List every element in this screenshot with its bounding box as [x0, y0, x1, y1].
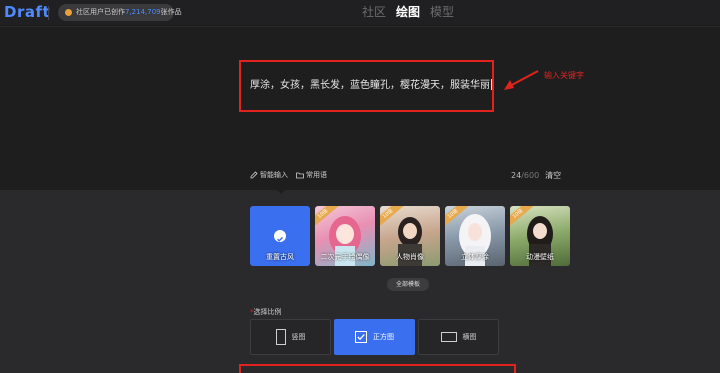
template-label: 人物肖像	[396, 253, 424, 261]
prompt-input[interactable]: 厚涂，女孩，黑长发，蓝色瞳孔，樱花漫天，服装华丽	[239, 60, 494, 112]
annotation-label: 输入关键字	[544, 71, 584, 80]
template-label: 重置古风	[266, 253, 294, 261]
ratio-label: 竖图	[291, 333, 306, 341]
ratio-title: *选择比例	[250, 307, 282, 317]
stats-badge: 社区用户已创作7,214,709张作品	[58, 4, 182, 21]
template-card[interactable]: 10倍 人物肖像	[380, 206, 440, 266]
logo[interactable]: Draft	[4, 3, 50, 21]
char-counter: 24/600 清空	[511, 170, 561, 181]
tab-community[interactable]: 社区	[362, 3, 386, 23]
ratio-landscape-button[interactable]: 横图	[418, 319, 499, 355]
template-card[interactable]: 重置古风	[250, 206, 310, 266]
ratio-label: 横图	[462, 333, 477, 341]
template-card[interactable]: 10倍 立体厚涂	[445, 206, 505, 266]
ratio-portrait-button[interactable]: 竖图	[250, 319, 331, 355]
smart-input-label: 智能输入	[260, 171, 288, 179]
template-card[interactable]: 10倍 二次元手绘偶像	[315, 206, 375, 266]
stats-number: 7,214,709	[125, 8, 161, 16]
landscape-icon	[440, 332, 457, 342]
folder-icon	[296, 172, 304, 179]
highlight-box	[239, 364, 516, 373]
template-label: 二次元手绘偶像	[320, 253, 370, 261]
ratio-title-text: 选择比例	[253, 308, 282, 316]
template-label: 动漫壁纸	[526, 253, 554, 261]
char-count: 24	[511, 171, 522, 180]
ratio-options: 竖图 正方图 横图	[250, 319, 499, 355]
annotation-arrow-icon	[504, 70, 539, 90]
common-phrases-button[interactable]: 常用语	[296, 170, 327, 180]
prompt-area: 厚涂，女孩，黑长发，蓝色瞳孔，樱花漫天，服装华丽 输入关键字	[0, 27, 720, 190]
coin-icon	[65, 9, 72, 16]
portrait-icon	[275, 329, 286, 345]
prompt-value: 厚涂，女孩，黑长发，蓝色瞳孔，樱花漫天，服装华丽	[250, 80, 490, 91]
common-phrases-label: 常用语	[306, 171, 327, 179]
stats-suffix: 张作品	[160, 8, 182, 16]
template-card[interactable]: 10倍 动漫壁纸	[510, 206, 570, 266]
pen-icon	[250, 171, 258, 179]
divider	[48, 6, 49, 20]
stats-prefix: 社区用户已创作	[76, 8, 125, 16]
template-label: 立体厚涂	[461, 253, 489, 261]
template-list: 重置古风 10倍 二次元手绘偶像 10倍 人物肖像 10倍 立体厚涂 10倍 动…	[250, 206, 570, 266]
main-nav: 社区 绘图 模型	[362, 3, 454, 23]
prompt-tools: 智能输入 常用语	[250, 170, 327, 180]
char-max: /600	[521, 171, 540, 180]
ratio-square-button[interactable]: 正方图	[334, 319, 415, 355]
checkbox-icon	[355, 331, 367, 343]
tab-model[interactable]: 模型	[430, 3, 454, 23]
tab-draw[interactable]: 绘图	[396, 3, 420, 23]
check-icon	[274, 230, 286, 242]
top-bar: Draft 社区用户已创作7,214,709张作品 社区 绘图 模型	[0, 0, 720, 26]
ratio-label: 正方图	[373, 333, 394, 341]
smart-input-button[interactable]: 智能输入	[250, 170, 288, 180]
all-templates-button[interactable]: 全部模板	[387, 278, 429, 291]
text-caret	[491, 79, 492, 90]
tab-notch	[276, 189, 286, 194]
clear-button[interactable]: 清空	[545, 171, 561, 180]
prompt-text[interactable]: 厚涂，女孩，黑长发，蓝色瞳孔，樱花漫天，服装华丽	[250, 76, 492, 91]
